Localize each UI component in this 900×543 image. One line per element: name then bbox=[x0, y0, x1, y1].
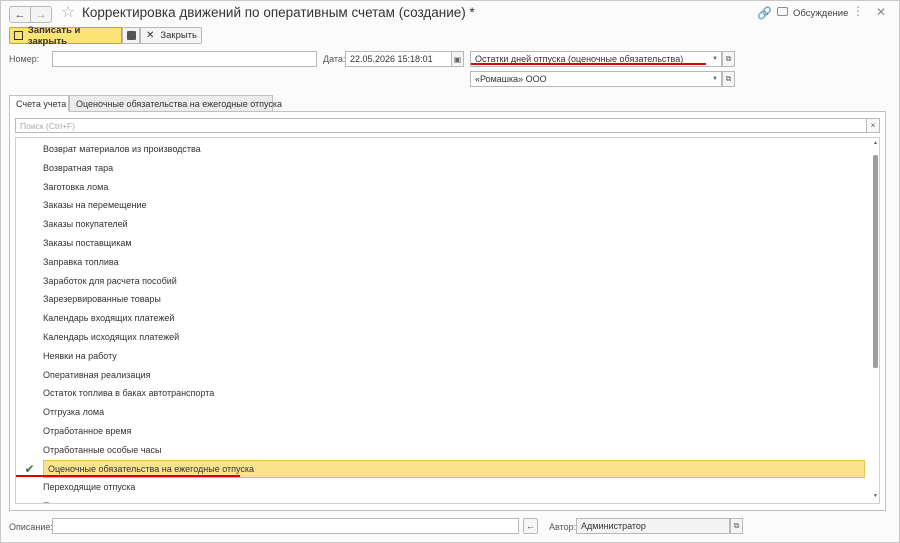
open-window-icon: ⧉ bbox=[725, 74, 732, 83]
number-input[interactable] bbox=[52, 51, 317, 67]
list-item-label: Возвратная тара bbox=[43, 162, 114, 173]
list-item[interactable]: Заказы поставщикам bbox=[16, 234, 872, 252]
search-input[interactable]: Поиск (Ctrl+F) bbox=[15, 118, 867, 133]
open-operation-button[interactable]: ⧉ bbox=[722, 51, 735, 67]
list-item[interactable]: Оперативная реализация bbox=[16, 366, 872, 384]
save-button[interactable] bbox=[122, 27, 140, 44]
close-button[interactable]: ✕ Закрыть bbox=[140, 27, 202, 44]
calendar-icon: ▣ bbox=[453, 54, 462, 64]
list-item-label: Заказы поставщикам bbox=[43, 238, 132, 248]
list-item[interactable]: Календарь исходящих платежей bbox=[16, 328, 872, 346]
description-input[interactable] bbox=[52, 518, 519, 534]
open-organization-button[interactable]: ⧉ bbox=[722, 71, 735, 87]
chevron-down-icon[interactable]: ▼ bbox=[710, 52, 720, 66]
favorite-star-icon[interactable]: ☆ bbox=[61, 4, 75, 22]
list-item-label: Переходящие отпуска bbox=[43, 482, 136, 493]
description-label: Описание: bbox=[9, 522, 53, 532]
list-item-label: Возврат материалов из производства bbox=[43, 144, 201, 154]
list-item-label: Заработок для расчета пособий bbox=[43, 275, 177, 286]
date-input[interactable]: 22.05.2026 15:18:01 bbox=[345, 51, 452, 67]
list-item[interactable]: Зарезервированные товары bbox=[16, 290, 872, 308]
tab-vacation-obligations[interactable]: Оценочные обязательства на ежегодные отп… bbox=[69, 95, 282, 112]
close-icon: × bbox=[870, 121, 876, 130]
tab-accounts[interactable]: Счета учета bbox=[9, 95, 69, 112]
scrollbar-thumb[interactable] bbox=[873, 155, 878, 368]
save-and-close-label: Записать и закрыть bbox=[27, 24, 81, 47]
forward-button[interactable]: → bbox=[30, 6, 52, 23]
scroll-up-icon[interactable]: ▲ bbox=[873, 140, 878, 146]
back-button[interactable]: ← bbox=[9, 6, 31, 23]
save-close-icon bbox=[14, 31, 23, 40]
list-item-label: Заготовка лома bbox=[43, 181, 109, 192]
list-item-label: Заправка топлива bbox=[43, 256, 119, 267]
list-item-label: Остаток топлива в баках автотранспорта bbox=[43, 388, 215, 399]
highlight-underline bbox=[471, 63, 706, 65]
arrow-right-icon: → bbox=[35, 8, 47, 21]
list-item[interactable]: Заработок для расчета пособий bbox=[16, 272, 872, 290]
check-icon[interactable]: ✔ bbox=[16, 462, 43, 476]
list-item-label: Заказы на перемещение bbox=[43, 200, 147, 211]
list-item[interactable]: Заправка топлива bbox=[16, 253, 872, 271]
floppy-disk-icon bbox=[126, 31, 136, 40]
list-item[interactable]: Переходящие отпуска bbox=[16, 478, 872, 496]
window-title: Корректировка движений по оперативным сч… bbox=[82, 5, 475, 20]
list-item[interactable]: Возврат материалов из производства bbox=[16, 140, 872, 158]
list-item-label: Отработанные особые часы bbox=[43, 444, 162, 455]
number-label: Номер: bbox=[9, 54, 40, 64]
tab-label: Счета учета bbox=[16, 98, 67, 109]
clear-search-button[interactable]: × bbox=[866, 118, 880, 133]
more-actions-icon[interactable]: ⋮ bbox=[852, 4, 864, 18]
list-item-label: Отработанное время bbox=[43, 426, 132, 436]
open-window-icon: ⧉ bbox=[725, 54, 732, 63]
list-item[interactable]: Календарь входящих платежей bbox=[16, 309, 872, 327]
author-label: Автор: bbox=[549, 522, 577, 532]
highlight-underline bbox=[16, 475, 240, 477]
organization-select[interactable]: «Ромашка» ООО bbox=[470, 71, 722, 87]
list-item-label: Зарезервированные товары bbox=[43, 294, 161, 305]
list-item-label: Отгрузка лома bbox=[43, 407, 105, 418]
scroll-down-icon[interactable]: ▼ bbox=[873, 493, 878, 499]
list-item-label: Неявки на работу bbox=[43, 350, 117, 361]
organization-value: «Ромашка» ООО bbox=[475, 74, 547, 84]
open-author-button[interactable]: ⧉ bbox=[730, 518, 743, 534]
author-field: Администратор bbox=[576, 518, 730, 534]
list-item[interactable]: Заказы покупателей bbox=[16, 215, 872, 233]
list-item[interactable]: Покупки bbox=[16, 497, 872, 503]
arrow-left-icon: ← bbox=[14, 8, 26, 21]
chevron-down-icon[interactable]: ▼ bbox=[710, 72, 720, 86]
discussion-icon[interactable] bbox=[777, 7, 788, 16]
list-item[interactable]: Остаток топлива в баках автотранспорта bbox=[16, 384, 872, 402]
list-item[interactable]: Заказы на перемещение bbox=[16, 196, 872, 214]
list-item-label: Покупки bbox=[43, 501, 77, 503]
list-item[interactable]: Отработанные особые часы bbox=[16, 441, 872, 459]
list-item[interactable]: Заготовка лома bbox=[16, 178, 872, 196]
list-item[interactable]: Возвратная тара bbox=[16, 159, 872, 177]
close-label: Закрыть bbox=[160, 30, 197, 41]
arrow-left-circle-icon: ← bbox=[526, 521, 535, 531]
close-icon: ✕ bbox=[146, 30, 155, 41]
list-item-label: Календарь исходящих платежей bbox=[43, 332, 180, 342]
list-item-label: Заказы покупателей bbox=[43, 219, 128, 230]
link-icon[interactable]: 🔗 bbox=[757, 6, 772, 20]
tab-label: Оценочные обязательства на ежегодные отп… bbox=[76, 98, 283, 109]
date-label: Дата: bbox=[323, 54, 346, 64]
close-window-icon[interactable]: ✕ bbox=[876, 5, 886, 19]
register-list[interactable]: Возврат материалов из производства Возвра… bbox=[15, 137, 880, 504]
list-item-label: Оперативная реализация bbox=[43, 369, 151, 380]
list-item[interactable]: Отгрузка лома bbox=[16, 403, 872, 421]
discussion-link[interactable]: Обсуждение bbox=[793, 8, 848, 19]
open-window-icon: ⧉ bbox=[733, 521, 740, 530]
history-button[interactable]: ← bbox=[523, 518, 538, 534]
list-item[interactable]: Неявки на работу bbox=[16, 347, 872, 365]
calendar-button[interactable]: ▣ bbox=[451, 51, 464, 67]
list-item-label: Календарь входящих платежей bbox=[43, 313, 175, 324]
list-item[interactable]: Отработанное время bbox=[16, 422, 872, 440]
save-and-close-button[interactable]: Записать и закрыть bbox=[9, 24, 122, 47]
